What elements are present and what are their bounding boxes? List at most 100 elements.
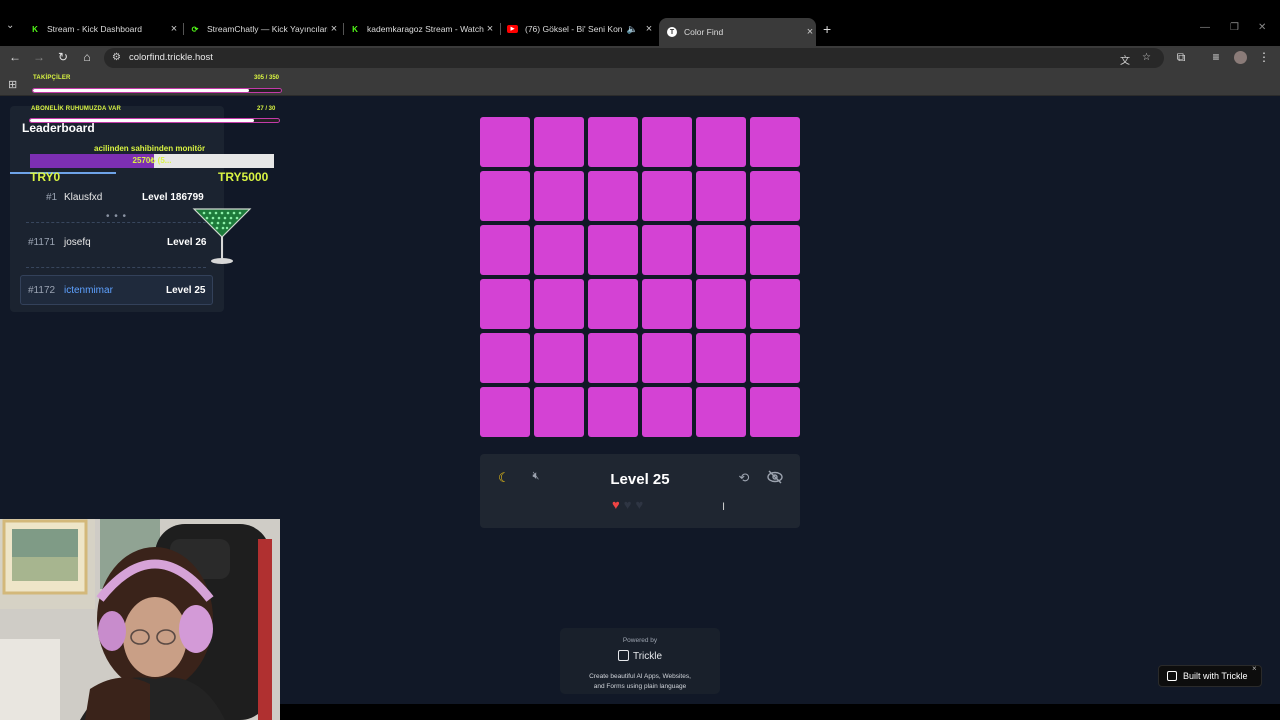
speaker-icon[interactable]: 🔈 [627, 24, 638, 35]
color-tile[interactable] [696, 279, 746, 329]
home-icon[interactable]: ⌂ [79, 50, 95, 64]
subscribers-count: 27 / 30 [257, 106, 276, 112]
color-grid [480, 117, 800, 437]
tab-kick-dashboard[interactable]: K Stream - Kick Dashboard × [30, 18, 180, 40]
built-with-trickle-button[interactable]: Built with Trickle [1158, 665, 1262, 687]
color-tile[interactable] [696, 387, 746, 437]
browser-tab-bar: ⌄ K Stream - Kick Dashboard × ⟳ StreamCh… [0, 0, 1280, 46]
donation-progress: 2570₺ (5... [30, 154, 274, 168]
minimize-icon[interactable]: — [1200, 22, 1210, 33]
color-tile[interactable] [588, 171, 638, 221]
site-info-icon[interactable]: ⚙ [112, 52, 121, 63]
leaderboard-top-row: #1 Klausfxd Level 186799 [46, 192, 204, 203]
lives-display: ♥ ♥ ♥ [612, 497, 643, 512]
leaderboard-ellipsis: • • • [106, 211, 128, 222]
leaderboard-row: #1171 josefq Level 26 [28, 237, 207, 248]
close-tab-icon[interactable]: × [168, 23, 180, 35]
color-tile[interactable] [696, 117, 746, 167]
tab-search-icon[interactable]: ⌄ [6, 20, 14, 31]
leaderboard-current-user-row: #1172 ictenmimar Level 25 [20, 275, 213, 305]
color-tile[interactable] [642, 171, 692, 221]
address-bar[interactable]: ⚙ colorfind.trickle.host 文 ☆ [104, 48, 1164, 68]
close-tab-icon[interactable]: × [484, 23, 496, 35]
divider [10, 172, 116, 174]
profile-avatar[interactable] [1234, 51, 1247, 64]
trickle-logo-icon [1167, 671, 1177, 681]
webcam-feed [0, 519, 280, 720]
donation-goal-title: acilinden sahibinden monitör [94, 144, 206, 153]
close-tab-icon[interactable]: × [804, 26, 816, 38]
color-tile[interactable] [642, 279, 692, 329]
color-tile[interactable] [534, 279, 584, 329]
color-tile[interactable] [534, 387, 584, 437]
color-tile[interactable] [750, 333, 800, 383]
color-tile[interactable] [588, 333, 638, 383]
followers-progress [32, 88, 282, 93]
color-tile[interactable] [642, 387, 692, 437]
color-tile[interactable] [534, 225, 584, 275]
color-tile[interactable] [696, 225, 746, 275]
trickle-icon: T [667, 27, 677, 37]
color-tile[interactable] [750, 279, 800, 329]
back-icon[interactable]: ← [7, 50, 23, 64]
color-tile[interactable] [480, 225, 530, 275]
color-tile[interactable] [480, 171, 530, 221]
subscribers-label: ABONELİK RUHUMUZDA VAR [31, 106, 122, 112]
color-tile[interactable] [534, 333, 584, 383]
text-cursor-icon: I [722, 501, 726, 513]
close-badge-icon[interactable]: × [1252, 664, 1257, 673]
powered-by-card[interactable]: Powered by Trickle Create beautiful AI A… [560, 628, 720, 694]
followers-count: 305 / 350 [254, 75, 280, 81]
color-tile[interactable] [696, 171, 746, 221]
color-tile[interactable] [642, 117, 692, 167]
new-tab-icon[interactable]: + [823, 21, 831, 37]
color-tile[interactable] [750, 171, 800, 221]
color-tile[interactable] [588, 117, 638, 167]
donation-min: TRY0 [30, 170, 61, 184]
kick-icon: K [352, 24, 358, 34]
tab-color-find[interactable]: T Color Find × [659, 18, 816, 46]
heart-full-icon: ♥ [612, 497, 620, 512]
close-tab-icon[interactable]: × [328, 23, 340, 35]
donation-max: TRY5000 [218, 170, 269, 184]
menu-icon[interactable]: ⋮ [1256, 50, 1272, 64]
trickle-logo-icon [617, 650, 629, 661]
tab-youtube-goksel[interactable]: ▶ (76) Göksel - Bi' Seni Konuş 🔈 × [507, 18, 655, 40]
color-tile[interactable] [696, 333, 746, 383]
reload-icon[interactable]: ↻ [55, 50, 71, 64]
color-tile[interactable] [534, 171, 584, 221]
color-tile[interactable] [480, 117, 530, 167]
url-text[interactable]: colorfind.trickle.host [129, 52, 213, 63]
color-tile[interactable] [750, 117, 800, 167]
extensions-icon[interactable]: ⧉ [1173, 50, 1189, 65]
leaderboard-title: Leaderboard [22, 121, 95, 135]
media-control-icon[interactable]: ≡ [1208, 50, 1224, 64]
color-tile[interactable] [588, 225, 638, 275]
restore-icon[interactable]: ❐ [1230, 22, 1239, 33]
color-tile[interactable] [588, 279, 638, 329]
browser-toolbar: ← → ↻ ⌂ ⚙ colorfind.trickle.host 文 ☆ ⧉ ≡… [0, 46, 1280, 70]
followers-label: TAKİPÇİLER [33, 75, 71, 81]
color-tile[interactable] [588, 387, 638, 437]
chat-icon: ⟳ [191, 24, 199, 34]
color-tile[interactable] [750, 387, 800, 437]
color-tile[interactable] [534, 117, 584, 167]
color-tile[interactable] [480, 333, 530, 383]
color-tile[interactable] [642, 225, 692, 275]
apps-grid-icon[interactable]: ⊞ [8, 78, 17, 91]
translate-icon[interactable]: 文 [1120, 52, 1130, 67]
color-tile[interactable] [480, 387, 530, 437]
tab-streamchatly[interactable]: ⟳ StreamChatly — Kick Yayıncıları × [190, 18, 340, 40]
heart-empty-icon: ♥ [635, 497, 644, 512]
close-window-icon[interactable]: ✕ [1258, 22, 1266, 33]
close-tab-icon[interactable]: × [643, 23, 655, 35]
tab-kademkaragoz-stream[interactable]: K kademkaragoz Stream - Watch × [350, 18, 496, 40]
forward-icon[interactable]: → [31, 50, 47, 64]
color-tile[interactable] [642, 333, 692, 383]
eye-off-icon[interactable] [766, 470, 784, 488]
color-tile[interactable] [750, 225, 800, 275]
color-tile[interactable] [480, 279, 530, 329]
bookmark-star-icon[interactable]: ☆ [1142, 52, 1151, 63]
refresh-icon[interactable]: ⟲ [735, 470, 753, 488]
kick-icon: K [32, 24, 38, 34]
